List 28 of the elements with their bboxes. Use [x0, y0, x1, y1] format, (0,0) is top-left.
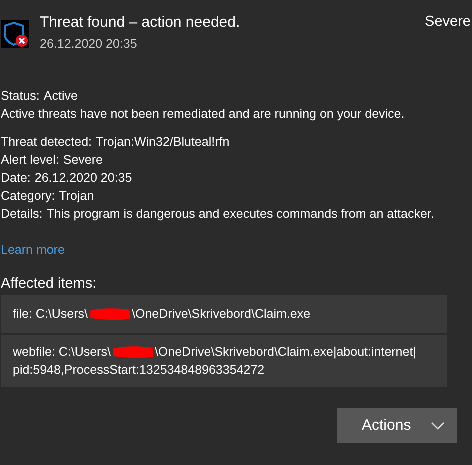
detail-label: Date:: [1, 170, 31, 187]
file-path: \OneDrive\Skrivebord\Claim.exe: [132, 306, 311, 323]
shield-alert-icon: [1, 20, 29, 48]
chevron-down-icon: [431, 422, 445, 430]
threat-timestamp: 26.12.2020 20:35: [40, 37, 138, 51]
detail-label: Status:: [1, 88, 40, 105]
redaction-mark: [112, 345, 154, 359]
detail-value: Trojan:Win32/Bluteal!rfn: [96, 134, 230, 151]
file-path: file: C:\Users\: [13, 306, 88, 323]
file-path: webfile: C:\Users\: [13, 344, 111, 361]
status-message: Active threats have not been remediated and are running on your device.: [1, 106, 406, 123]
detail-label: Alert level:: [1, 152, 60, 169]
detail-value: 26.12.2020 20:35: [34, 170, 132, 187]
detail-label: Details:: [1, 206, 43, 223]
file-path: \OneDrive\Skrivebord\Claim.exe|about:internet|: [154, 344, 416, 361]
threat-title: Threat found – action needed.: [40, 14, 242, 31]
file-path: pid:5948,ProcessStart:132534848963354272: [13, 362, 266, 379]
affected-items-heading: Affected items:: [1, 276, 98, 292]
severity-label: Severe: [425, 14, 471, 30]
detail-label: Category:: [1, 188, 56, 205]
detail-value: Active: [44, 88, 78, 105]
detail-value: This program is dangerous and executes commands from an attacker.: [46, 206, 434, 223]
detail-value: Severe: [63, 152, 103, 169]
actions-dropdown-button[interactable]: Actions: [337, 408, 457, 443]
detail-value: Trojan: [59, 188, 94, 205]
redaction-mark: [89, 307, 132, 321]
detail-label: Threat detected:: [1, 134, 92, 151]
learn-more-link[interactable]: Learn more: [1, 243, 65, 257]
